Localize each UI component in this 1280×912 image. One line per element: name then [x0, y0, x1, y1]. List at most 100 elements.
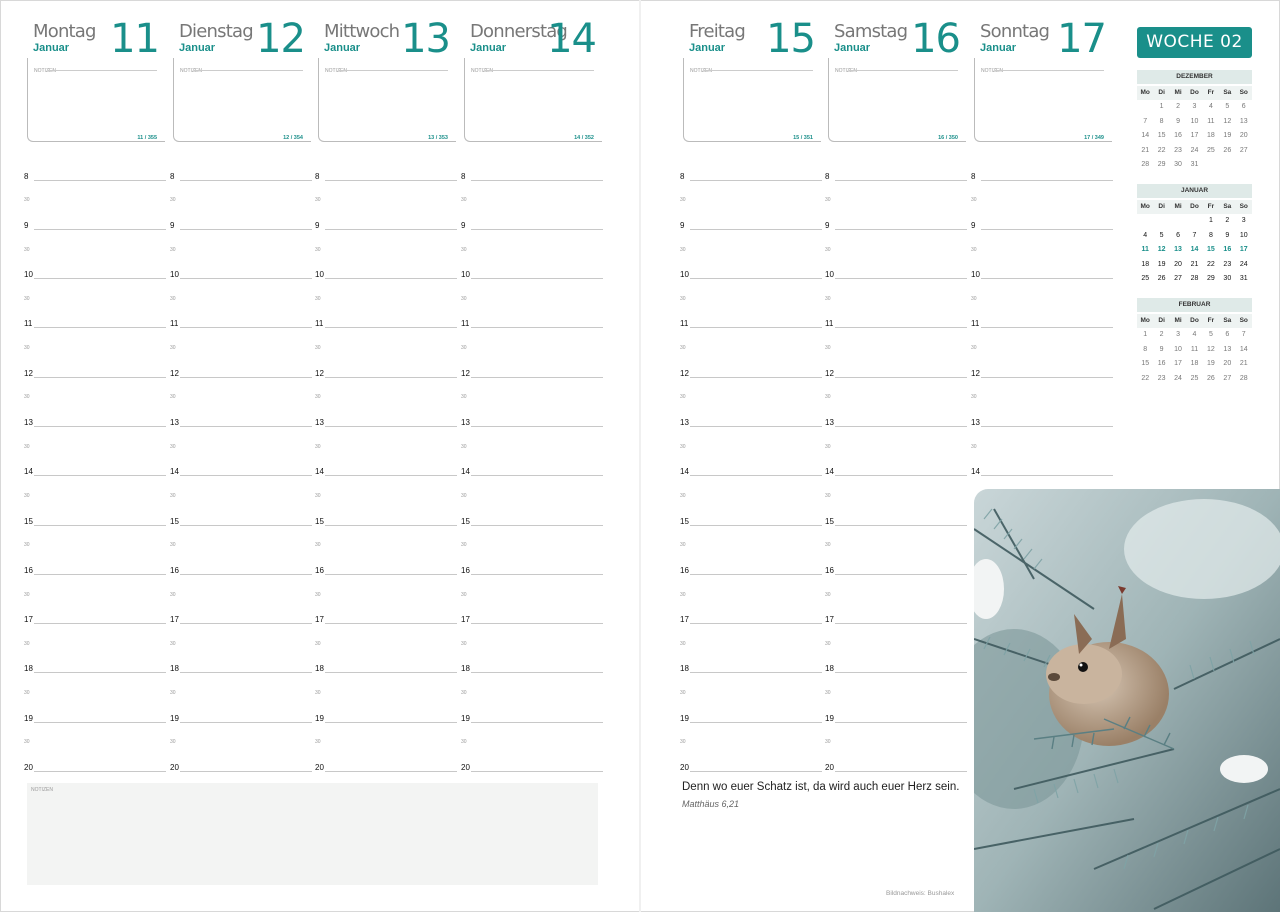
- time-slot[interactable]: 30: [24, 577, 166, 602]
- time-slot[interactable]: 13: [825, 404, 967, 429]
- time-slot[interactable]: 18: [461, 651, 603, 676]
- mini-calendar-day[interactable]: 4: [1186, 328, 1202, 343]
- time-slot[interactable]: 9: [825, 207, 967, 232]
- time-slot[interactable]: 17: [680, 602, 822, 627]
- time-slot[interactable]: 30: [680, 330, 822, 355]
- time-slot[interactable]: 13: [461, 404, 603, 429]
- time-slot[interactable]: 30: [315, 429, 457, 454]
- time-slot[interactable]: 30: [24, 380, 166, 405]
- mini-calendar-day[interactable]: 12: [1203, 343, 1219, 358]
- mini-calendar-day[interactable]: 14: [1186, 243, 1202, 258]
- mini-calendar-day[interactable]: 3: [1170, 328, 1186, 343]
- mini-calendar-day[interactable]: 8: [1137, 343, 1153, 358]
- mini-calendar-day[interactable]: 11: [1137, 243, 1153, 258]
- mini-calendar-day[interactable]: [1137, 100, 1153, 115]
- time-slot[interactable]: 30: [170, 330, 312, 355]
- time-slot[interactable]: 30: [971, 183, 1113, 208]
- time-slot[interactable]: 30: [315, 380, 457, 405]
- mini-calendar-day[interactable]: 24: [1170, 372, 1186, 387]
- time-slot[interactable]: 30: [24, 478, 166, 503]
- mini-calendar-day[interactable]: 18: [1186, 357, 1202, 372]
- time-slot[interactable]: 18: [24, 651, 166, 676]
- mini-calendar-day[interactable]: 2: [1170, 100, 1186, 115]
- mini-calendar-day[interactable]: 4: [1203, 100, 1219, 115]
- mini-calendar-day[interactable]: 22: [1153, 144, 1169, 159]
- time-slot[interactable]: 30: [24, 232, 166, 257]
- time-slot[interactable]: 9: [971, 207, 1113, 232]
- mini-calendar-day[interactable]: 6: [1170, 229, 1186, 244]
- time-slot[interactable]: 30: [825, 281, 967, 306]
- mini-calendar-day[interactable]: [1153, 214, 1169, 229]
- mini-calendar-day[interactable]: 7: [1236, 328, 1252, 343]
- time-slot[interactable]: 12: [170, 355, 312, 380]
- mini-calendar-day[interactable]: 3: [1236, 214, 1252, 229]
- time-slot[interactable]: 11: [24, 306, 166, 331]
- mini-calendar-day[interactable]: 31: [1236, 272, 1252, 287]
- time-slot[interactable]: 30: [24, 626, 166, 651]
- mini-calendar-day[interactable]: 6: [1236, 100, 1252, 115]
- time-slot[interactable]: 18: [825, 651, 967, 676]
- mini-calendar-day[interactable]: 15: [1203, 243, 1219, 258]
- time-slot[interactable]: 30: [461, 725, 603, 750]
- time-slot[interactable]: 30: [170, 232, 312, 257]
- time-slot[interactable]: 30: [971, 232, 1113, 257]
- time-slot[interactable]: 30: [680, 281, 822, 306]
- time-slot[interactable]: 30: [461, 626, 603, 651]
- time-slot[interactable]: 30: [170, 478, 312, 503]
- time-slot[interactable]: 30: [680, 528, 822, 553]
- time-slot[interactable]: 30: [825, 429, 967, 454]
- time-slot[interactable]: 8: [825, 158, 967, 183]
- mini-calendar-day[interactable]: 27: [1236, 144, 1252, 159]
- time-slot[interactable]: 30: [170, 626, 312, 651]
- time-slot[interactable]: 30: [680, 232, 822, 257]
- mini-calendar-day[interactable]: 3: [1186, 100, 1202, 115]
- mini-calendar-day[interactable]: 28: [1236, 372, 1252, 387]
- time-slot[interactable]: 12: [24, 355, 166, 380]
- mini-calendar-day[interactable]: 9: [1219, 229, 1235, 244]
- mini-calendar-day[interactable]: 19: [1203, 357, 1219, 372]
- mini-calendar-day[interactable]: 23: [1153, 372, 1169, 387]
- time-slot[interactable]: 30: [461, 183, 603, 208]
- mini-calendar-day[interactable]: 1: [1137, 328, 1153, 343]
- time-slot[interactable]: 30: [24, 675, 166, 700]
- mini-calendar-day[interactable]: 5: [1219, 100, 1235, 115]
- time-slot[interactable]: 30: [680, 626, 822, 651]
- time-slot[interactable]: 10: [315, 257, 457, 282]
- time-slot[interactable]: 30: [971, 429, 1113, 454]
- time-slot[interactable]: 30: [170, 183, 312, 208]
- time-slot[interactable]: 30: [461, 330, 603, 355]
- time-slot[interactable]: 30: [170, 281, 312, 306]
- mini-calendar-day[interactable]: 1: [1153, 100, 1169, 115]
- time-slot[interactable]: 30: [170, 429, 312, 454]
- time-slot[interactable]: 30: [825, 725, 967, 750]
- mini-calendar-day[interactable]: 19: [1153, 258, 1169, 273]
- mini-calendar-day[interactable]: 25: [1203, 144, 1219, 159]
- time-slot[interactable]: 30: [170, 725, 312, 750]
- mini-calendar-day[interactable]: 16: [1170, 129, 1186, 144]
- time-slot[interactable]: 9: [170, 207, 312, 232]
- mini-calendar-day[interactable]: 11: [1186, 343, 1202, 358]
- time-slot[interactable]: 30: [825, 675, 967, 700]
- mini-calendar-day[interactable]: 23: [1219, 258, 1235, 273]
- mini-calendar-day[interactable]: [1186, 214, 1202, 229]
- mini-calendar-day[interactable]: 24: [1236, 258, 1252, 273]
- mini-calendar-day[interactable]: 18: [1203, 129, 1219, 144]
- time-slot[interactable]: 30: [315, 232, 457, 257]
- time-slot[interactable]: 20: [680, 749, 822, 774]
- mini-calendar-day[interactable]: 18: [1137, 258, 1153, 273]
- time-slot[interactable]: 11: [461, 306, 603, 331]
- mini-calendar-day[interactable]: 13: [1219, 343, 1235, 358]
- mini-calendar-day[interactable]: 10: [1236, 229, 1252, 244]
- time-slot[interactable]: 12: [461, 355, 603, 380]
- mini-calendar-day[interactable]: 28: [1186, 272, 1202, 287]
- mini-calendar-day[interactable]: 6: [1219, 328, 1235, 343]
- mini-calendar-day[interactable]: 14: [1236, 343, 1252, 358]
- week-notes-box[interactable]: NOTIZEN: [27, 783, 598, 885]
- mini-calendar-day[interactable]: 26: [1219, 144, 1235, 159]
- day-notes-box[interactable]: NOTIZEN 16 / 350: [828, 58, 966, 142]
- time-slot[interactable]: 11: [170, 306, 312, 331]
- time-slot[interactable]: 30: [680, 675, 822, 700]
- time-slot[interactable]: 20: [461, 749, 603, 774]
- mini-calendar-day[interactable]: 9: [1153, 343, 1169, 358]
- time-slot[interactable]: 8: [315, 158, 457, 183]
